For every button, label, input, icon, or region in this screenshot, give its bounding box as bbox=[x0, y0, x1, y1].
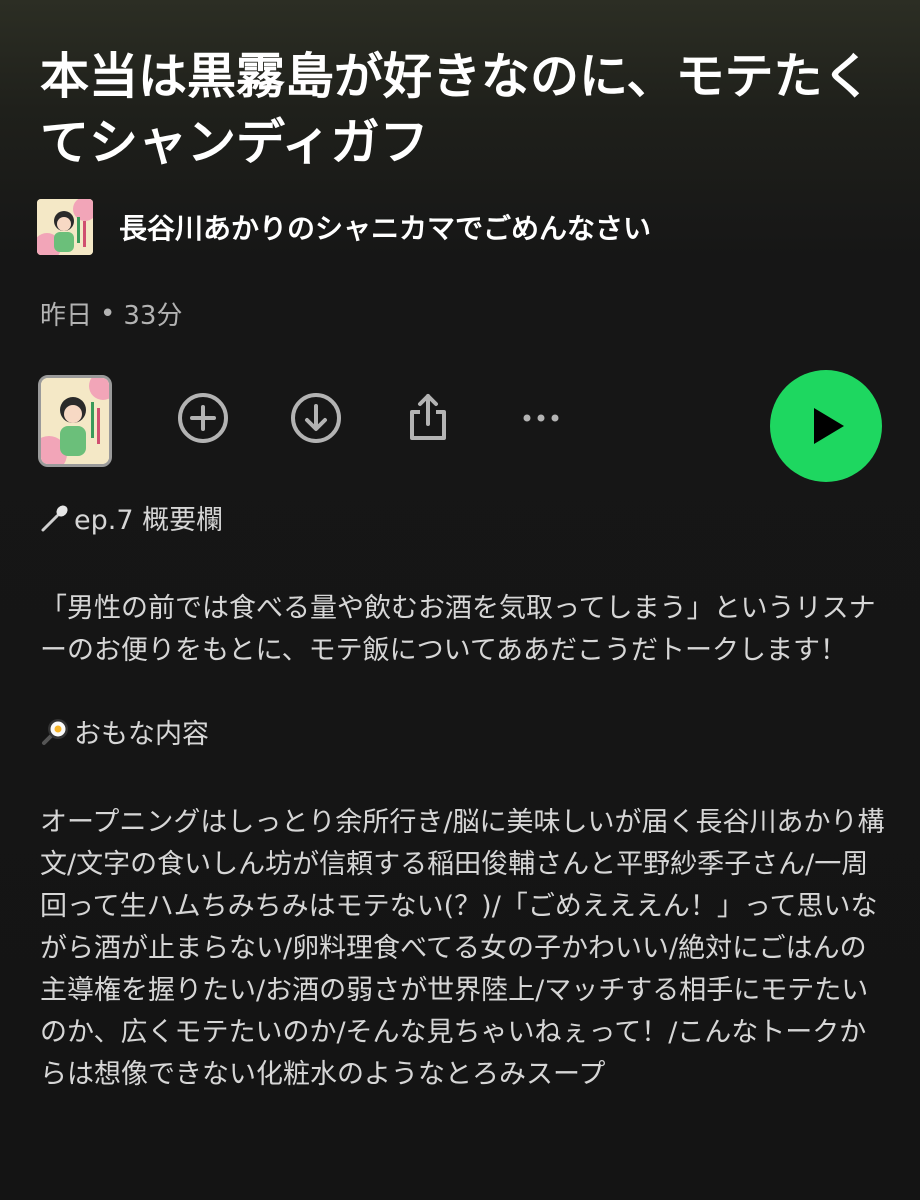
show-cover-art[interactable] bbox=[37, 199, 93, 255]
more-options-button[interactable] bbox=[513, 390, 569, 446]
episode-duration: 33分 bbox=[123, 301, 183, 331]
plus-circle-icon bbox=[178, 393, 228, 443]
episode-cover-art[interactable] bbox=[38, 375, 112, 467]
description-heading-contents: おもな内容 bbox=[40, 714, 890, 760]
meta-separator: • bbox=[100, 298, 116, 329]
share-icon bbox=[410, 394, 446, 440]
episode-title: 本当は黒霧島が好きなのに、モテたくてシャンディガフ bbox=[40, 48, 872, 171]
release-date: 昨日 bbox=[40, 301, 93, 331]
description-contents: オープニングはしっとり余所行き/脳に美味しいが届く長谷川あかり構文/文字の食いし… bbox=[40, 807, 885, 1090]
play-icon bbox=[814, 408, 844, 444]
share-button[interactable] bbox=[400, 390, 456, 446]
download-button[interactable] bbox=[288, 390, 344, 446]
play-button[interactable] bbox=[770, 370, 882, 482]
add-to-library-button[interactable] bbox=[175, 390, 231, 446]
download-circle-icon bbox=[291, 393, 341, 443]
more-dots-icon bbox=[523, 414, 559, 422]
spoon-icon bbox=[40, 503, 70, 546]
description-heading-summary: ep.7 概要欄 bbox=[40, 500, 890, 546]
description-intro: 「男性の前では食べる量や飲むお酒を気取ってしまう」というリスナーのお便りをもとに… bbox=[40, 593, 876, 666]
show-name[interactable]: 長谷川あかりのシャニカマでごめんなさい bbox=[119, 207, 651, 247]
frying-pan-icon bbox=[40, 717, 70, 760]
action-bar bbox=[0, 370, 920, 482]
show-link[interactable]: 長谷川あかりのシャニカマでごめんなさい bbox=[37, 198, 651, 256]
episode-meta: 昨日 • 33分 bbox=[40, 295, 182, 332]
episode-description: ep.7 概要欄 「男性の前では食べる量や飲むお酒を気取ってしまう」というリスナ… bbox=[40, 500, 890, 1096]
